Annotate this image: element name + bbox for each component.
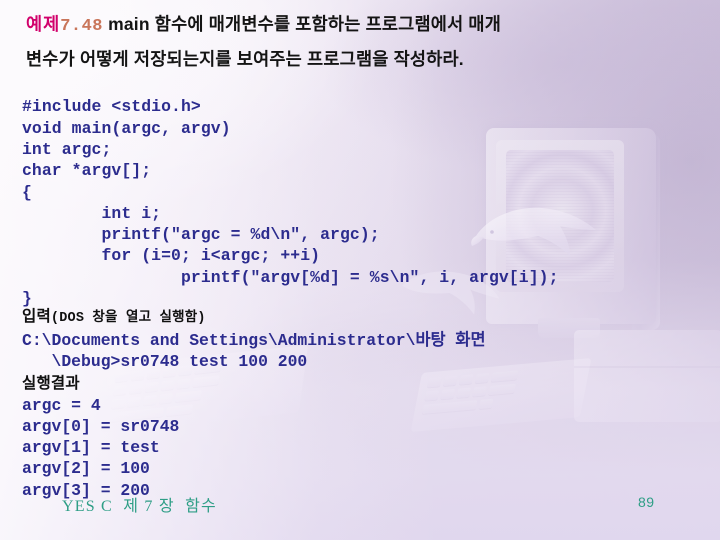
slide-canvas: 예제7.48 main 함수에 매개변수를 포함하는 프로그램에서 매개변수가 … — [0, 0, 720, 540]
title-number: 7.48 — [60, 17, 104, 36]
io-section: 입력(DOS 창을 열고 실행함) C:\Documents and Setti… — [22, 306, 702, 501]
result-line: argc = 4 — [22, 395, 101, 415]
input-section-heading: 입력(DOS 창을 열고 실행함) — [22, 306, 702, 330]
result-section-heading: 실행결과 — [22, 374, 80, 392]
footer-note: YES C 제 7 장 함수 — [62, 498, 217, 515]
title-label: 예제 — [26, 14, 61, 34]
command-line-1: C:\Documents and Settings\Administrator\… — [22, 331, 486, 350]
input-heading-main: 입력 — [22, 308, 51, 325]
title-body-line1: main 함수에 매개변수를 포함하는 프로그램에서 매개 — [103, 14, 502, 34]
result-line: argv[0] = sr0748 — [22, 416, 180, 436]
page-number: 89 — [638, 494, 655, 510]
source-code-block: #include <stdio.h> void main(argc, argv)… — [22, 97, 559, 309]
result-line: argv[2] = 100 — [22, 459, 150, 479]
input-heading-paren: (DOS 창을 열고 실행함) — [50, 311, 206, 326]
title-body-line2: 변수가 어떻게 저장되는지를 보여주는 프로그램을 작성하라. — [26, 49, 464, 69]
command-line-2: \Debug>sr0748 test 100 200 — [22, 352, 308, 372]
page-title: 예제7.48 main 함수에 매개변수를 포함하는 프로그램에서 매개변수가 … — [26, 8, 686, 75]
slide-content: 예제7.48 main 함수에 매개변수를 포함하는 프로그램에서 매개변수가 … — [0, 0, 720, 540]
result-line: argv[1] = test — [22, 438, 160, 458]
